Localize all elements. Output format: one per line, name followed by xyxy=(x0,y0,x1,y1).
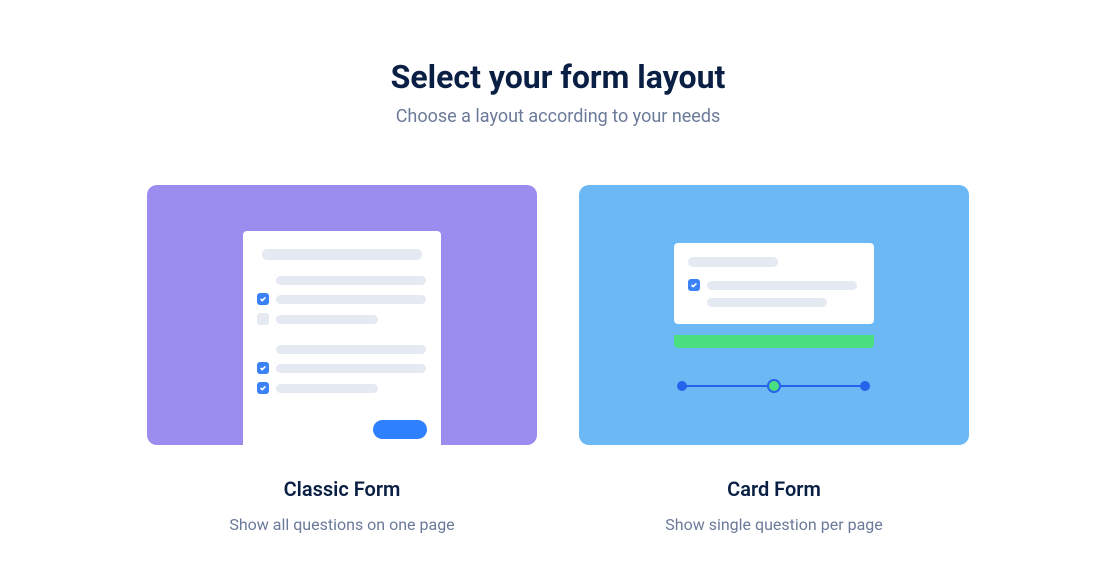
checkbox-checked-icon xyxy=(257,382,269,394)
card-option-title: Card Form xyxy=(727,477,821,501)
checkbox-checked-icon xyxy=(257,362,269,374)
progress-bar-mock xyxy=(674,335,874,348)
stepper-icon xyxy=(676,379,871,393)
page-subtitle: Choose a layout according to your needs xyxy=(396,106,721,127)
classic-preview-illustration xyxy=(147,185,537,445)
checkbox-checked-icon xyxy=(257,293,269,305)
classic-form-mock xyxy=(243,231,441,445)
classic-option-title: Classic Form xyxy=(284,477,401,501)
card-form-mock xyxy=(674,243,874,324)
card-option-description: Show single question per page xyxy=(665,515,882,534)
layout-options-row: Classic Form Show all questions on one p… xyxy=(147,185,969,534)
checkbox-checked-icon xyxy=(688,279,700,291)
layout-option-card[interactable]: Card Form Show single question per page xyxy=(579,185,969,534)
page-title: Select your form layout xyxy=(391,58,726,96)
submit-button-mock xyxy=(373,420,427,439)
checkbox-unchecked-icon xyxy=(257,313,269,325)
card-preview-illustration xyxy=(579,185,969,445)
layout-option-classic[interactable]: Classic Form Show all questions on one p… xyxy=(147,185,537,534)
classic-option-description: Show all questions on one page xyxy=(229,515,454,534)
